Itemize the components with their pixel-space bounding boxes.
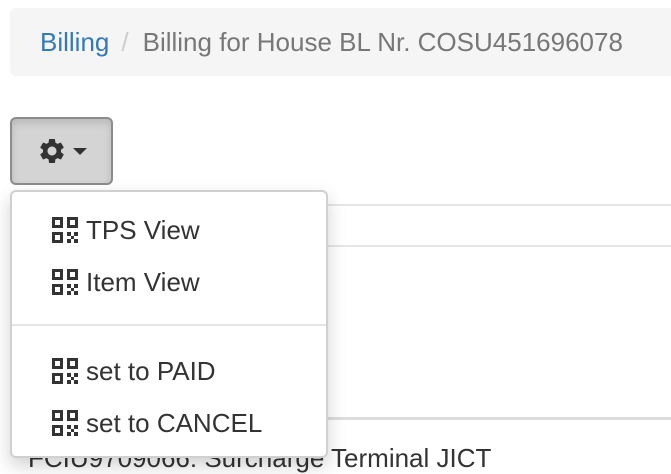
menu-item-item-view[interactable]: Item View <box>12 256 326 308</box>
actions-dropdown-button[interactable] <box>10 117 113 185</box>
qrcode-icon <box>52 410 78 436</box>
menu-item-label: set to CANCEL <box>86 407 263 438</box>
caret-down-icon <box>72 147 87 155</box>
menu-item-set-to-cancel[interactable]: set to CANCEL <box>12 397 326 449</box>
breadcrumb: Billing / Billing for House BL Nr. COSU4… <box>10 8 671 76</box>
actions-dropdown-menu: TPS View Item View set to PAID set to CA… <box>10 190 328 458</box>
menu-item-label: Item View <box>86 266 200 297</box>
qrcode-icon <box>52 217 78 243</box>
qrcode-icon <box>52 269 78 295</box>
breadcrumb-separator: / <box>121 26 129 57</box>
menu-item-set-to-paid[interactable]: set to PAID <box>12 345 326 397</box>
gear-icon <box>39 139 64 163</box>
menu-item-label: TPS View <box>86 214 200 245</box>
menu-item-label: set to PAID <box>86 355 216 386</box>
breadcrumb-current-page: Billing for House BL Nr. COSU451696078 <box>142 26 623 57</box>
breadcrumb-link-billing[interactable]: Billing <box>40 27 109 58</box>
menu-divider <box>12 324 326 326</box>
qrcode-icon <box>52 358 78 384</box>
menu-item-tps-view[interactable]: TPS View <box>12 204 326 256</box>
